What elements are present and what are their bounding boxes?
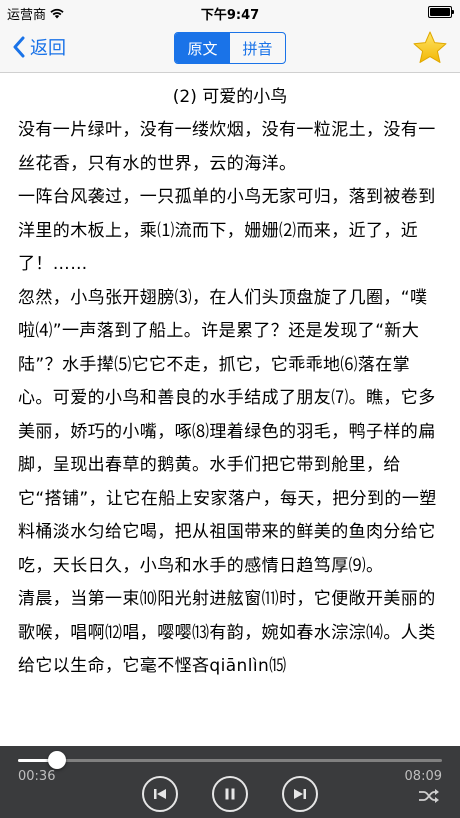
article-content: (2) 可爱的小鸟 没有一片绿叶，没有一缕炊烟，没有一粒泥土，没有一丝花香，只有… <box>0 72 460 746</box>
article-paragraph-1: 没有一片绿叶，没有一缕炊烟，没有一粒泥土，没有一丝花香，只有水的世界，云的海洋。 <box>18 120 436 174</box>
view-mode-segmented-control: 原文 拼音 <box>174 32 286 64</box>
elapsed-time: 00:36 <box>18 769 56 784</box>
tab-pinyin[interactable]: 拼音 <box>230 33 285 63</box>
progress-thumb[interactable] <box>48 751 67 769</box>
status-time: 下午9:47 <box>200 8 260 23</box>
article-paragraph-2: 一阵台风袭过，一只孤单的小鸟无家可归，落到被卷到洋里的木板上，乘⑴流而下，姗姗⑵… <box>18 187 436 274</box>
next-button[interactable] <box>282 776 318 812</box>
back-label: 返回 <box>30 38 66 59</box>
battery-icon <box>428 6 454 18</box>
article-paragraph-4: 清晨，当第一束⑽阳光射进舷窗⑾时，它便敞开美丽的歌喉，唱啊⑿唱，嘤嘤⒀有韵，婉如… <box>18 589 436 676</box>
status-bar: 运营商 下午9:47 <box>0 0 460 24</box>
total-time: 08:09 <box>404 769 442 784</box>
pause-button[interactable] <box>212 776 248 812</box>
audio-player: 00:36 08:09 <box>0 746 460 818</box>
chevron-left-icon <box>13 36 25 58</box>
article-paragraph-3: 忽然，小鸟张开翅膀⑶，在人们头顶盘旋了几圈，“噗啦⑷”一声落到了船上。许是累了？… <box>18 287 437 576</box>
nav-bar: 返回 原文 拼音 <box>0 24 460 73</box>
skip-previous-icon <box>154 789 166 799</box>
pause-icon <box>225 788 235 800</box>
favorite-star-icon[interactable] <box>412 30 448 66</box>
skip-next-icon <box>294 789 306 799</box>
article-title: (2) 可爱的小鸟 <box>172 87 288 107</box>
progress-track[interactable] <box>18 751 442 769</box>
tab-original-text[interactable]: 原文 <box>175 33 230 63</box>
shuffle-icon[interactable] <box>418 788 440 804</box>
previous-button[interactable] <box>142 776 178 812</box>
back-button[interactable]: 返回 <box>12 34 66 60</box>
